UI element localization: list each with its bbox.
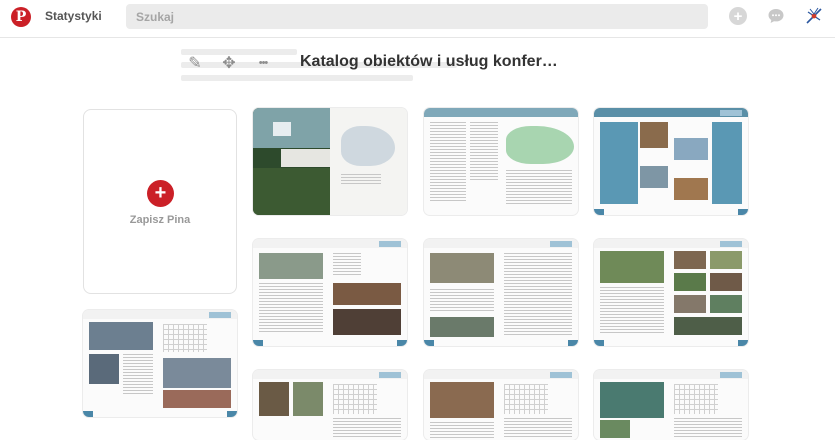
pin-card[interactable] [424,108,578,215]
pin-card[interactable] [83,310,237,417]
save-pin-label: Zapisz Pina [129,214,191,226]
board-tools: ✎ ✥ ••• [185,54,273,72]
pinterest-logo-icon[interactable]: P [11,7,31,27]
avatar[interactable] [804,6,824,26]
pin-image [253,108,330,148]
pin-card[interactable] [424,239,578,346]
pin-card[interactable] [253,239,407,346]
pin-card[interactable] [253,370,407,440]
pin-card[interactable] [594,370,748,440]
search-input[interactable] [126,4,708,29]
move-icon[interactable]: ✥ [219,54,239,72]
statistics-link[interactable]: Statystyki [45,9,102,23]
pin-card[interactable] [253,108,407,215]
save-pin-card[interactable]: + Zapisz Pina [83,109,237,294]
pin-card[interactable] [594,108,748,215]
pin-card[interactable] [594,239,748,346]
messages-icon[interactable] [767,7,785,25]
board-title: Katalog obiektów i usług konfer… [300,53,558,70]
top-bar: P Statystyki + [0,0,835,38]
create-plus-icon[interactable]: + [729,7,747,25]
add-pin-plus-icon[interactable]: + [147,180,174,207]
more-icon[interactable]: ••• [253,54,273,72]
edit-pencil-icon[interactable]: ✎ [185,54,205,72]
pin-card[interactable] [424,370,578,440]
